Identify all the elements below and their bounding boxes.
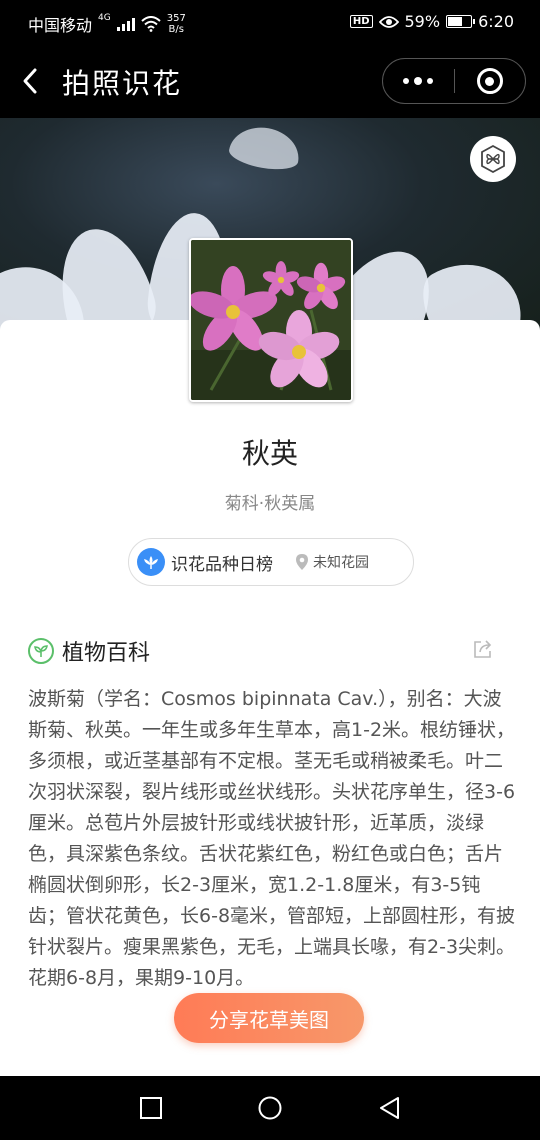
section-title: 植物百科 [62,641,151,666]
flower-badge-icon[interactable] [470,136,516,182]
flower-thumbnail[interactable] [189,238,353,402]
rank-label[interactable]: 识花品种日榜 [171,550,273,575]
flower-rank-icon [137,548,165,576]
speed-value: 357 [166,13,186,24]
share-flower-button[interactable]: 分享花草美图 [174,993,364,1043]
recents-square-icon[interactable] [139,1096,163,1120]
status-left: 中国移动 4G 357 B/s [28,12,186,36]
clock: 6:20 [478,12,514,31]
encyclopedia-header: 植物百科 [28,634,512,668]
network-speed: 357 B/s [167,13,186,35]
back-triangle-icon[interactable] [378,1096,402,1120]
plant-name: 秋英 [241,437,298,470]
battery-percent: 59% [404,12,441,31]
eye-icon [378,15,399,28]
status-bar: 中国移动 4G 357 B/s HD 59% 6:20 [0,0,540,46]
share-icon[interactable] [472,638,494,660]
page-title: 拍照识花 [62,67,183,100]
battery-fill [448,17,463,26]
rank-location-pill[interactable]: 识花品种日榜 未知花园 [128,538,414,586]
signal-icon [116,17,135,31]
speed-unit: B/s [168,24,184,35]
mini-program-close-icon[interactable] [455,59,526,103]
hd-badge: HD [349,15,373,28]
more-dots-icon[interactable] [383,59,454,103]
network-type: 4G [98,13,111,23]
leaf-icon [28,638,54,664]
plant-taxonomy: 菊科·秋英属 [224,494,316,514]
nav-bar: 拍照识花 [0,46,540,118]
home-circle-icon[interactable] [258,1096,282,1120]
plant-description: 波斯菊（学名：Cosmos bipinnata Cav.），别名：大波斯菊、秋英… [28,688,516,989]
back-arrow-icon[interactable] [18,66,44,96]
location-pin-icon [296,554,308,570]
garden-label: 未知花园 [313,555,369,571]
wifi-icon [141,16,161,32]
carrier-label: 中国移动 [28,16,93,35]
battery-icon [446,15,476,28]
mini-program-capsule [382,58,526,104]
status-right: HD 59% 6:20 [349,12,514,31]
system-nav-bar [0,1076,540,1140]
